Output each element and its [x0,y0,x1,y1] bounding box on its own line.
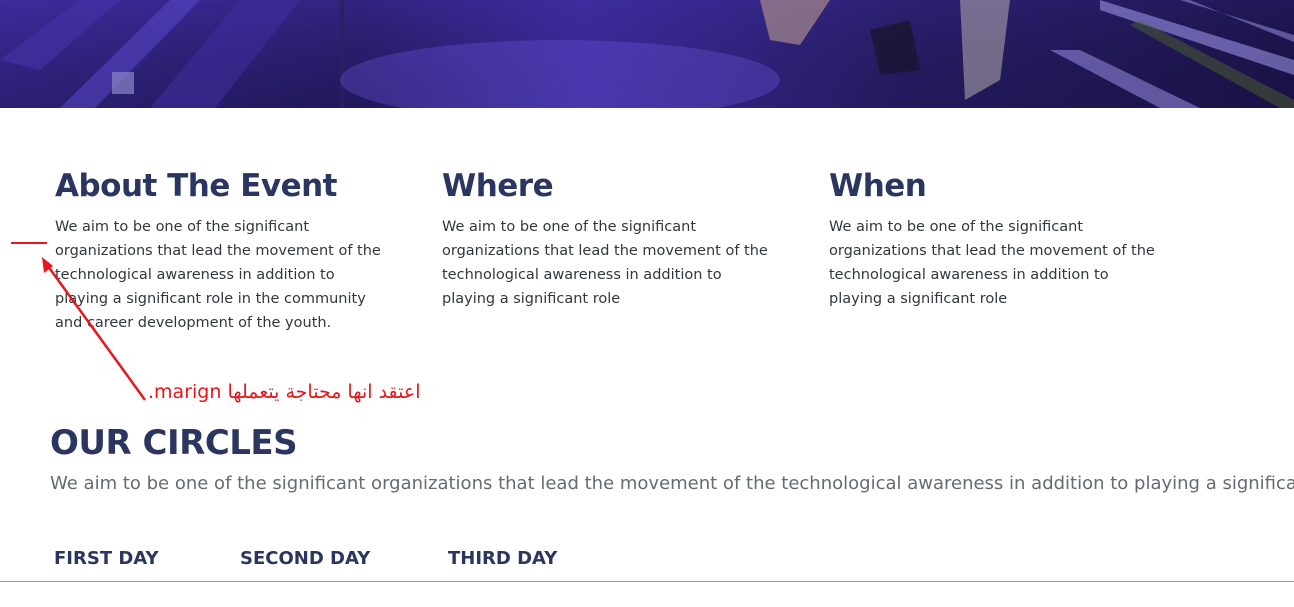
about-event-title: About The Event [55,168,338,204]
about-event-text: We aim to be one of the significant orga… [55,219,381,331]
when-text: We aim to be one of the significant orga… [829,219,1155,307]
hero-image [0,0,1294,108]
when-title: When [829,168,927,204]
annotation-arrow-head [42,257,53,273]
tab-third-day[interactable]: THIRD DAY [448,548,557,569]
tab-second-day[interactable]: SECOND DAY [240,548,370,569]
tab-first-day[interactable]: FIRST DAY [54,548,159,569]
where-title: Where [442,168,554,204]
annotation-note: اعتقد انها محتاجة يتعملها marign. [148,381,421,403]
our-circles-title: OUR CIRCLES [50,423,298,463]
our-circles-subtitle: We aim to be one of the significant orga… [50,473,1294,494]
hero-image-photo [0,0,1294,108]
day-tabs: FIRST DAY SECOND DAY THIRD DAY [0,546,1294,582]
where-text: We aim to be one of the significant orga… [442,219,768,307]
